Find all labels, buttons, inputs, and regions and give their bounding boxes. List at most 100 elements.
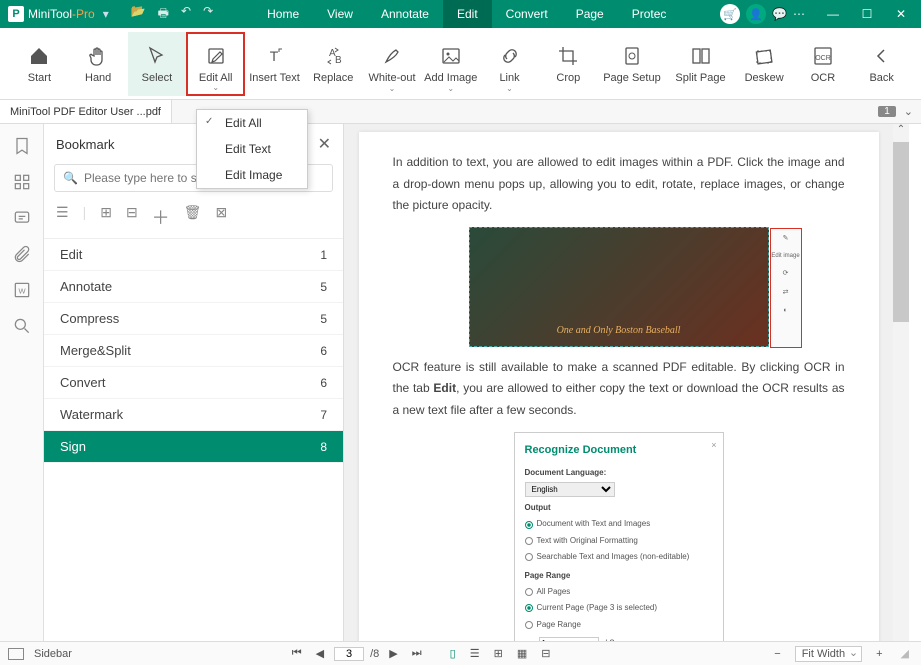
ribbon-hand[interactable]: Hand bbox=[69, 32, 128, 96]
word-icon[interactable]: W bbox=[12, 280, 32, 300]
bm-collapse-icon[interactable]: ⊟ bbox=[126, 204, 138, 230]
bm-add-icon[interactable]: ＋ bbox=[152, 204, 170, 230]
main-tab-page[interactable]: Page bbox=[562, 0, 618, 28]
view-single-icon[interactable]: ▯ bbox=[446, 647, 460, 660]
ribbon-whiteout[interactable]: White-out⌄ bbox=[363, 32, 422, 96]
maximize-button[interactable]: ☐ bbox=[851, 0, 883, 28]
zoom-in-button[interactable]: + bbox=[872, 648, 886, 660]
bookmark-item[interactable]: Convert6 bbox=[44, 367, 343, 399]
minimize-button[interactable]: ― bbox=[817, 0, 849, 28]
bookmark-item[interactable]: Annotate5 bbox=[44, 271, 343, 303]
ribbon-start[interactable]: Start bbox=[10, 32, 69, 96]
attachment-icon[interactable] bbox=[12, 244, 32, 264]
view-cont-icon[interactable]: ☰ bbox=[466, 647, 484, 660]
ribbon-addimg[interactable]: Add Image⌄ bbox=[421, 32, 480, 96]
bookmark-item[interactable]: Sign8 bbox=[44, 431, 343, 463]
range-all[interactable]: All Pages bbox=[525, 585, 713, 599]
edit-image-toolbar[interactable]: ✎ Edit image ⟳ ⇄ ◐ bbox=[770, 228, 802, 348]
output-opt1[interactable]: Document with Text and Images bbox=[525, 517, 713, 531]
bookmark-item-label: Annotate bbox=[60, 279, 112, 294]
ribbon-split[interactable]: Split Page bbox=[666, 32, 735, 96]
main-tab-edit[interactable]: Edit bbox=[443, 0, 492, 28]
sidebar-toggle-icon[interactable] bbox=[8, 648, 24, 660]
vertical-scrollbar[interactable]: ⌃ bbox=[893, 124, 909, 641]
bookmark-item[interactable]: Merge&Split6 bbox=[44, 335, 343, 367]
document-viewport[interactable]: In addition to text, you are allowed to … bbox=[344, 124, 893, 641]
ribbon-select[interactable]: Select bbox=[128, 32, 187, 96]
main-tab-home[interactable]: Home bbox=[253, 0, 313, 28]
rotate-icon[interactable]: ⟳ bbox=[783, 268, 789, 281]
lang-select[interactable]: English bbox=[525, 482, 615, 497]
dropdown-caret-icon: ⌄ bbox=[447, 84, 454, 93]
edit-image-icon[interactable]: ✎ bbox=[783, 233, 789, 246]
dialog-close-icon[interactable]: × bbox=[711, 437, 716, 453]
bm-expand-icon[interactable]: ⊞ bbox=[100, 204, 112, 230]
bookmark-item-label: Edit bbox=[60, 247, 82, 262]
resize-grip-icon[interactable]: ◢ bbox=[897, 647, 913, 660]
bm-remove-icon[interactable]: ⊠ bbox=[215, 204, 227, 230]
title-dropdown-icon[interactable]: ▾ bbox=[99, 7, 113, 21]
account-icon[interactable]: 👤 bbox=[746, 4, 766, 24]
scroll-up-icon[interactable]: ⌃ bbox=[893, 124, 909, 140]
ribbon-pagesetup[interactable]: Page Setup bbox=[598, 32, 667, 96]
more-icon[interactable]: ⋯ bbox=[793, 7, 805, 21]
range-current[interactable]: Current Page (Page 3 is selected) bbox=[525, 601, 713, 615]
opacity-icon[interactable]: ◐ bbox=[783, 305, 787, 318]
zoom-out-button[interactable]: − bbox=[770, 648, 784, 660]
bookmark-item[interactable]: Compress5 bbox=[44, 303, 343, 335]
replace-icon[interactable]: ⇄ bbox=[783, 287, 789, 300]
print-icon[interactable]: 🖶 bbox=[158, 4, 169, 25]
undo-icon[interactable]: ↶ bbox=[181, 4, 191, 25]
dropdown-item-edit-text[interactable]: Edit Text bbox=[197, 136, 307, 162]
file-tab[interactable]: MiniTool PDF Editor User ...pdf bbox=[0, 100, 172, 123]
pdf-page: In addition to text, you are allowed to … bbox=[359, 132, 879, 641]
view-grid-icon[interactable]: ⊟ bbox=[537, 647, 554, 660]
ribbon-replace[interactable]: ABReplace bbox=[304, 32, 363, 96]
zoom-combo[interactable]: Fit Width bbox=[795, 646, 862, 662]
ribbon-back[interactable]: Back bbox=[852, 32, 911, 96]
view-facing-icon[interactable]: ⊞ bbox=[490, 647, 507, 660]
first-page-button[interactable]: ⏮ bbox=[288, 647, 306, 660]
thumbnails-icon[interactable] bbox=[12, 172, 32, 192]
scroll-thumb[interactable] bbox=[893, 142, 909, 322]
bm-delete-icon[interactable]: 🗑 bbox=[184, 204, 202, 230]
range-custom[interactable]: Page Range bbox=[525, 618, 713, 632]
ribbon-editall[interactable]: Edit All⌄ bbox=[186, 32, 245, 96]
page-input[interactable] bbox=[334, 647, 364, 661]
last-page-button[interactable]: ⏭ bbox=[408, 647, 426, 660]
ribbon-link[interactable]: Link⌄ bbox=[480, 32, 539, 96]
bookmark-item[interactable]: Watermark7 bbox=[44, 399, 343, 431]
ribbon-crop[interactable]: Crop bbox=[539, 32, 598, 96]
comments-icon[interactable] bbox=[12, 208, 32, 228]
ribbon-ocr[interactable]: OCROCR bbox=[794, 32, 853, 96]
close-button[interactable]: ✕ bbox=[885, 0, 917, 28]
main-tab-convert[interactable]: Convert bbox=[492, 0, 562, 28]
bookmark-icon[interactable] bbox=[12, 136, 32, 156]
svg-text:OCR: OCR bbox=[815, 55, 831, 62]
pdf-image[interactable]: One and Only Boston Baseball ✎ Edit imag… bbox=[469, 227, 769, 347]
bookmark-close-icon[interactable]: ✕ bbox=[318, 134, 331, 154]
dropdown-item-edit-all[interactable]: Edit All bbox=[197, 110, 307, 136]
search-icon[interactable] bbox=[12, 316, 32, 336]
bookmark-item[interactable]: Edit1 bbox=[44, 239, 343, 271]
bm-menu-icon[interactable]: ☰ bbox=[56, 204, 69, 230]
output-opt3[interactable]: Searchable Text and Images (non-editable… bbox=[525, 550, 713, 564]
output-opt2[interactable]: Text with Original Formatting bbox=[525, 534, 713, 548]
dropdown-item-edit-image[interactable]: Edit Image bbox=[197, 162, 307, 188]
open-icon[interactable]: 📂 bbox=[131, 4, 146, 25]
file-tab-chevron-icon[interactable]: ⌄ bbox=[896, 105, 921, 118]
crop-icon bbox=[556, 44, 580, 68]
ribbon-deskew[interactable]: Deskew bbox=[735, 32, 794, 96]
main-tabs: HomeViewAnnotateEditConvertPageProtec bbox=[253, 0, 680, 28]
main-tab-view[interactable]: View bbox=[313, 0, 367, 28]
main-tab-annotate[interactable]: Annotate bbox=[367, 0, 443, 28]
redo-icon[interactable]: ↷ bbox=[203, 4, 213, 25]
view-facing-cont-icon[interactable]: ▦ bbox=[513, 647, 531, 660]
message-icon[interactable]: 💬 bbox=[772, 7, 787, 21]
ribbon-insert[interactable]: TInsert Text bbox=[245, 32, 304, 96]
cart-icon[interactable]: 🛒 bbox=[720, 4, 740, 24]
main-tab-protec[interactable]: Protec bbox=[618, 0, 681, 28]
bookmark-item-page: 5 bbox=[320, 312, 327, 326]
next-page-button[interactable]: ▶ bbox=[385, 647, 401, 660]
prev-page-button[interactable]: ◀ bbox=[312, 647, 328, 660]
